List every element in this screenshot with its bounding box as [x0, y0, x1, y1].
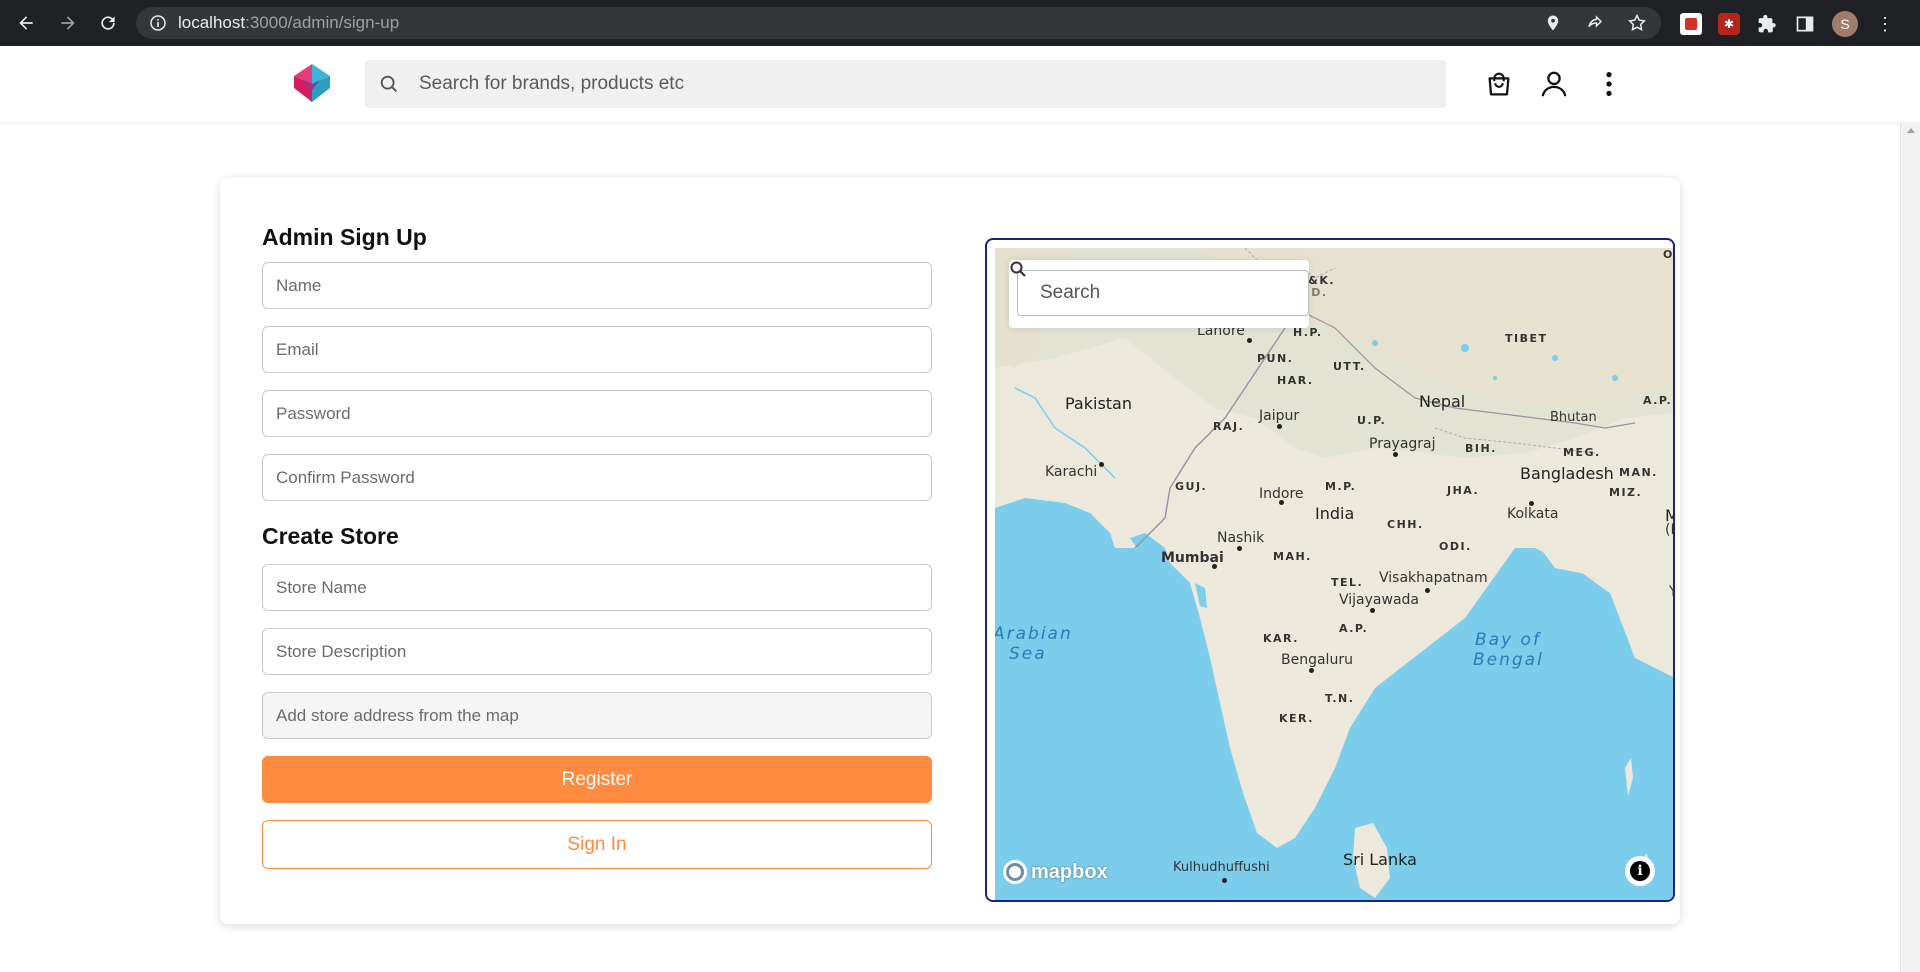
- puzzle-icon[interactable]: [1756, 13, 1778, 35]
- map-attribution-button[interactable]: i: [1625, 856, 1655, 886]
- map-label-sri-lanka: Sri Lanka: [1343, 850, 1417, 869]
- map-label-meg: MEG.: [1563, 446, 1601, 459]
- mapbox-logo[interactable]: mapbox: [1003, 860, 1108, 884]
- map-geocoder: [1009, 260, 1309, 328]
- store-address-field[interactable]: [262, 692, 932, 739]
- forward-icon[interactable]: [56, 11, 80, 35]
- site-header: [0, 46, 1920, 122]
- map-label-arabian-sea-1: Arabian: [995, 624, 1073, 644]
- signup-form: Admin Sign Up Create Store Register Sign…: [262, 222, 932, 869]
- map-label-vijayawada: Vijayawada: [1339, 592, 1419, 608]
- map-label-bengaluru: Bengaluru: [1281, 652, 1353, 668]
- store-name-field[interactable]: [262, 564, 932, 611]
- map-label-odi: ODI.: [1439, 540, 1472, 553]
- admin-signup-title: Admin Sign Up: [262, 224, 427, 250]
- map-label-nepal: Nepal: [1419, 392, 1466, 411]
- site-info-icon[interactable]: [150, 15, 166, 31]
- map-label-visakhapatnam: Visakhapatnam: [1379, 570, 1488, 586]
- map-search-box[interactable]: [1010, 261, 1309, 316]
- map-label-ap: A.P.: [1339, 622, 1369, 635]
- map-label-mah: MAH.: [1273, 550, 1312, 563]
- brand-logo[interactable]: [290, 60, 334, 104]
- map-search-input[interactable]: [1040, 282, 1290, 304]
- confirm-password-field[interactable]: [262, 454, 932, 501]
- map-label-mp: M.P.: [1325, 480, 1357, 493]
- map-label-up: U.P.: [1357, 414, 1387, 427]
- map-label-jaipur: Jaipur: [1259, 408, 1300, 424]
- bookmark-star-icon[interactable]: [1627, 13, 1647, 33]
- map-label-tibet: TIBET: [1505, 332, 1548, 345]
- map-label-prayagraj: Prayagraj: [1369, 436, 1436, 452]
- search-icon: [375, 70, 403, 98]
- map-canvas[interactable]: [995, 248, 1675, 902]
- user-icon[interactable]: [1538, 68, 1570, 100]
- more-options-icon[interactable]: [1593, 68, 1625, 100]
- more-vert-icon[interactable]: ⋮: [1874, 13, 1896, 35]
- reload-icon[interactable]: [96, 11, 120, 35]
- address-bar[interactable]: localhost:3000/admin/sign-up: [136, 7, 1661, 39]
- map-label-india: India: [1315, 504, 1355, 523]
- map-label-kar: KAR.: [1263, 632, 1299, 645]
- map-label-y: Y: [1669, 584, 1673, 600]
- map-label-miz: MIZ.: [1609, 486, 1643, 499]
- register-button[interactable]: Register: [262, 756, 932, 803]
- map-label-tn: T.N.: [1325, 692, 1355, 705]
- email-field[interactable]: [262, 326, 932, 373]
- map-label-jha: JHA.: [1447, 484, 1480, 497]
- back-icon[interactable]: [14, 11, 38, 35]
- extension-icon[interactable]: ✱: [1718, 13, 1740, 35]
- pdf-extension-icon[interactable]: [1680, 13, 1702, 35]
- map-label-kolkata: Kolkata: [1507, 506, 1559, 522]
- address-url: localhost:3000/admin/sign-up: [178, 13, 400, 32]
- store-location-map[interactable]: Pakistan Nepal TIBET Bhutan India Bangla…: [995, 248, 1675, 902]
- page-scrollbar[interactable]: [1900, 122, 1920, 972]
- map-label-oi: OI: [1663, 248, 1674, 261]
- store-description-field[interactable]: [262, 628, 932, 675]
- map-label-utt: UTT.: [1333, 360, 1366, 373]
- map-label-man: MAN.: [1619, 466, 1658, 479]
- store-location-map-frame: Pakistan Nepal TIBET Bhutan India Bangla…: [985, 238, 1675, 902]
- map-label-nashik: Nashik: [1217, 530, 1265, 546]
- site-search-input[interactable]: [419, 73, 1319, 95]
- mapbox-wordmark: mapbox: [1031, 860, 1108, 883]
- side-panel-icon[interactable]: [1794, 13, 1816, 35]
- map-label-har: HAR.: [1277, 374, 1314, 387]
- location-icon[interactable]: [1543, 13, 1563, 33]
- map-label-kulhudhuffushi: Kulhudhuffushi: [1173, 860, 1270, 875]
- mapbox-logo-icon: [1003, 860, 1027, 884]
- map-label-tel: TEL.: [1331, 576, 1364, 589]
- browser-toolbar: localhost:3000/admin/sign-up ✱ S ⋮: [0, 0, 1920, 46]
- name-field[interactable]: [262, 262, 932, 309]
- signup-card: Admin Sign Up Create Store Register Sign…: [220, 178, 1680, 924]
- site-search-bar[interactable]: [365, 60, 1446, 108]
- map-label-ap-ne: A.P.: [1643, 394, 1673, 407]
- create-store-title: Create Store: [262, 523, 399, 549]
- map-label-arabian-sea-2: Sea: [1009, 644, 1047, 664]
- map-label-bangladesh: Bangladesh: [1520, 464, 1614, 483]
- map-label-bih: BIH.: [1465, 442, 1497, 455]
- map-label-bay-of-bengal-1: Bay of: [1475, 630, 1541, 650]
- profile-avatar[interactable]: S: [1832, 11, 1858, 37]
- signin-button[interactable]: Sign In: [262, 820, 932, 869]
- map-label-karachi: Karachi: [1045, 464, 1098, 480]
- shopping-bag-icon[interactable]: [1483, 68, 1515, 100]
- map-label-chh: CHH.: [1387, 518, 1424, 531]
- share-icon[interactable]: [1585, 13, 1605, 33]
- map-label-guj: GUJ.: [1175, 480, 1208, 493]
- map-label-b: (B: [1665, 522, 1673, 538]
- info-icon: i: [1630, 861, 1650, 881]
- map-label-pakistan: Pakistan: [1065, 394, 1132, 413]
- map-label-bay-of-bengal-2: Bengal: [1473, 650, 1544, 670]
- map-label-pun: PUN.: [1257, 352, 1294, 365]
- map-label-raj: RAJ.: [1213, 420, 1245, 433]
- map-label-ker: KER.: [1279, 712, 1314, 725]
- password-field[interactable]: [262, 390, 932, 437]
- map-label-bhutan: Bhutan: [1550, 410, 1597, 425]
